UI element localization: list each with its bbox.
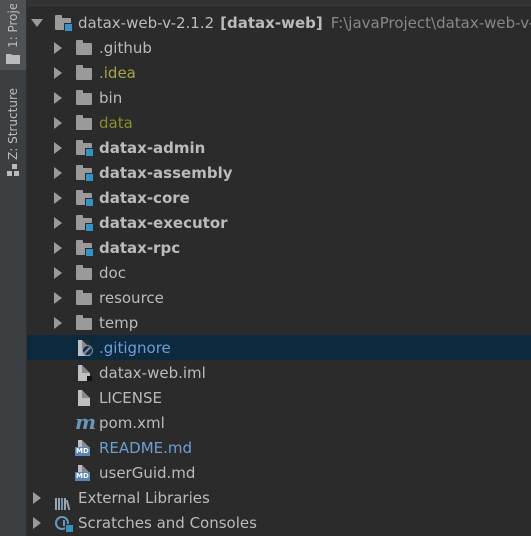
tree-item-label: resource <box>99 288 164 307</box>
tree-item-iml[interactable]: datax-web.iml <box>27 360 531 385</box>
project-tree-panel: datax-web-v-2.1.2 [datax-web] F:\javaPro… <box>27 0 531 536</box>
module-folder-icon <box>54 14 73 32</box>
markdown-file-icon: MD <box>75 439 93 456</box>
tree-item-label: datax-executor <box>99 213 228 232</box>
folder-icon <box>75 289 93 306</box>
tree-item-external-libraries[interactable]: External Libraries <box>27 485 531 510</box>
expand-arrow-icon[interactable] <box>53 192 63 204</box>
expand-arrow-icon[interactable] <box>32 517 42 529</box>
text-file-icon <box>75 389 93 406</box>
tree-item-datax-core[interactable]: datax-core <box>27 185 531 210</box>
tree-item-label: bin <box>99 88 123 107</box>
module-folder-icon <box>75 239 94 257</box>
folder-icon <box>75 264 93 281</box>
project-tool-tab[interactable]: 1: Project <box>0 0 26 70</box>
tree-item-pom[interactable]: m pom.xml <box>27 410 531 435</box>
tree-item-label: doc <box>99 263 126 282</box>
expand-arrow-icon[interactable] <box>53 42 63 54</box>
collapse-arrow-icon[interactable] <box>32 17 42 29</box>
tree-item-label: data <box>99 113 133 132</box>
tree-item-label: .idea <box>99 63 136 82</box>
panel-header-strip <box>27 0 531 6</box>
tree-item-datax-executor[interactable]: datax-executor <box>27 210 531 235</box>
root-path: F:\javaProject\datax-web-v-2 <box>330 13 531 32</box>
tree-item-label: .gitignore <box>99 338 171 357</box>
folder-icon <box>75 39 93 56</box>
tree-item-label: datax-rpc <box>99 238 181 257</box>
expand-arrow-icon[interactable] <box>53 267 63 279</box>
expand-arrow-icon[interactable] <box>53 142 63 154</box>
tree-item-readme[interactable]: MD README.md <box>27 435 531 460</box>
tree-item-label: datax-admin <box>99 138 206 157</box>
root-name: datax-web-v-2.1.2 <box>78 13 215 32</box>
folder-icon <box>75 114 93 131</box>
tool-window-strip: 1: Project Z: Structure <box>0 0 27 536</box>
folder-icon <box>75 64 93 81</box>
root-module-label: [datax-web] <box>220 13 323 32</box>
tree-item-github[interactable]: .github <box>27 35 531 60</box>
scratches-icon <box>54 515 74 533</box>
expand-arrow-icon[interactable] <box>53 117 63 129</box>
expand-arrow-icon[interactable] <box>53 292 63 304</box>
tree-item-scratches[interactable]: Scratches and Consoles <box>27 510 531 535</box>
expand-arrow-icon[interactable] <box>32 492 42 504</box>
module-folder-icon <box>75 214 94 232</box>
expand-arrow-icon[interactable] <box>53 167 63 179</box>
tree-root-row[interactable]: datax-web-v-2.1.2 [datax-web] F:\javaPro… <box>27 10 531 35</box>
expand-arrow-icon[interactable] <box>53 317 63 329</box>
tree-item-label: datax-assembly <box>99 163 233 182</box>
expand-arrow-icon[interactable] <box>53 92 63 104</box>
expand-arrow-icon[interactable] <box>53 217 63 229</box>
tree-item-resource[interactable]: resource <box>27 285 531 310</box>
project-tab-label: 1: Project <box>6 4 20 48</box>
tree-item-label: README.md <box>99 438 193 457</box>
tree-item-label: datax-core <box>99 188 190 207</box>
tree-item-doc[interactable]: doc <box>27 260 531 285</box>
tree-item-idea[interactable]: .idea <box>27 60 531 85</box>
tree-item-label: .github <box>99 38 152 57</box>
tree-item-label: userGuid.md <box>99 463 196 482</box>
tree-item-datax-assembly[interactable]: datax-assembly <box>27 160 531 185</box>
tree-item-license[interactable]: LICENSE <box>27 385 531 410</box>
module-folder-icon <box>75 189 94 207</box>
structure-tool-tab[interactable]: Z: Structure <box>0 88 26 188</box>
libraries-icon <box>54 490 72 510</box>
tree-item-label: temp <box>99 313 139 332</box>
iml-file-icon <box>75 364 93 381</box>
folder-icon <box>6 54 20 64</box>
tree-item-bin[interactable]: bin <box>27 85 531 110</box>
tree-item-userguid[interactable]: MD userGuid.md <box>27 460 531 485</box>
maven-icon: m <box>75 409 97 434</box>
folder-icon <box>75 314 93 331</box>
tree-item-label: pom.xml <box>99 413 165 432</box>
module-folder-icon <box>75 139 94 157</box>
tree-item-datax-admin[interactable]: datax-admin <box>27 135 531 160</box>
tree-item-label: LICENSE <box>99 388 162 407</box>
markdown-file-icon: MD <box>75 464 93 481</box>
folder-icon <box>75 89 93 106</box>
tree-item-label: External Libraries <box>78 488 210 507</box>
structure-icon <box>7 163 19 176</box>
tree-item-data[interactable]: data <box>27 110 531 135</box>
expand-arrow-icon[interactable] <box>53 67 63 79</box>
tree-item-gitignore[interactable]: .gitignore <box>27 335 531 360</box>
tree-item-datax-rpc[interactable]: datax-rpc <box>27 235 531 260</box>
gitignore-file-icon <box>75 339 93 356</box>
expand-arrow-icon[interactable] <box>53 242 63 254</box>
tree-item-label: datax-web.iml <box>99 363 206 382</box>
structure-tab-label: Z: Structure <box>6 88 20 160</box>
tree-item-label: Scratches and Consoles <box>78 513 257 532</box>
tree-item-temp[interactable]: temp <box>27 310 531 335</box>
module-folder-icon <box>75 164 94 182</box>
